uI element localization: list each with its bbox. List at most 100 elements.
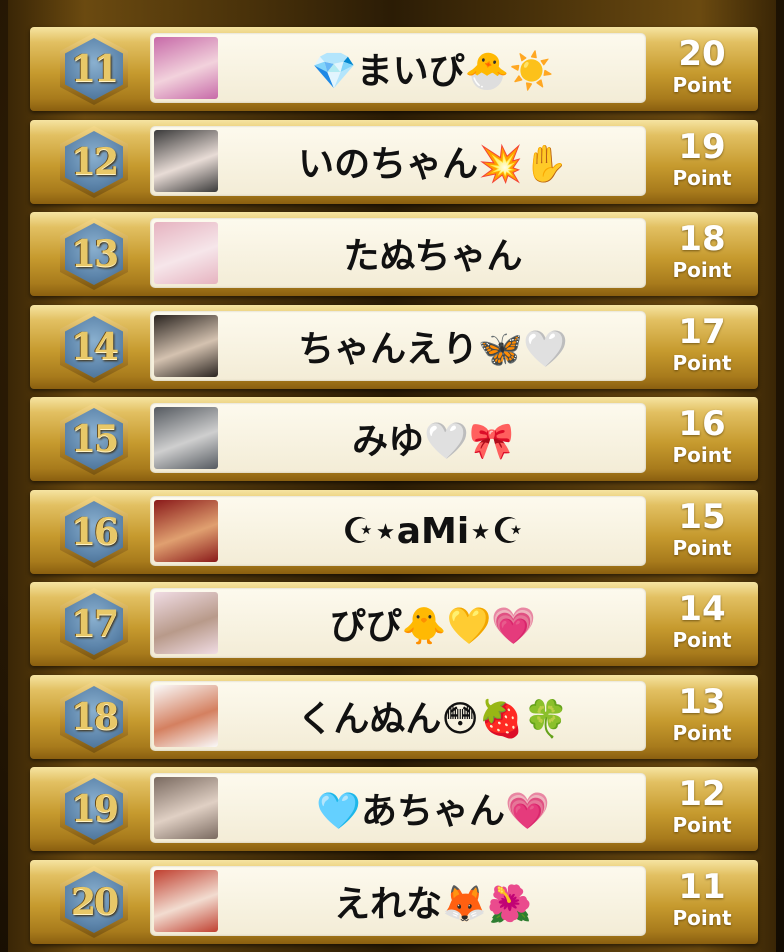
points-unit: Point xyxy=(672,443,732,467)
entry-card[interactable]: たぬちゃん xyxy=(150,218,646,288)
rank-badge-hexagon: 15 xyxy=(65,408,123,470)
entry-name: 🩵あちゃん💗 xyxy=(316,791,550,832)
points-value: 19 xyxy=(678,127,726,167)
rank-number: 19 xyxy=(70,788,119,830)
rank-badge-hexagon: 17 xyxy=(65,593,123,655)
points-display: 17 Point xyxy=(656,313,748,383)
entry-card[interactable]: 🩵あちゃん💗 xyxy=(150,773,646,843)
points-display: 16 Point xyxy=(656,405,748,475)
points-display: 18 Point xyxy=(656,220,748,290)
ranking-row[interactable]: 18 くんぬん😳🍓🍀 13 Point xyxy=(30,675,758,759)
avatar[interactable] xyxy=(154,500,218,562)
points-value: 14 xyxy=(678,589,726,629)
rank-badge: 19 xyxy=(60,773,128,845)
points-display: 19 Point xyxy=(656,128,748,198)
entry-name: みゆ🤍🎀 xyxy=(352,421,514,462)
ranking-row[interactable]: 17 ぴぴ🐥💛💗 14 Point xyxy=(30,582,758,666)
points-unit: Point xyxy=(672,73,732,97)
entry-card[interactable]: みゆ🤍🎀 xyxy=(150,403,646,473)
points-unit: Point xyxy=(672,351,732,375)
points-unit: Point xyxy=(672,258,732,282)
entry-name: たぬちゃん xyxy=(343,236,523,277)
rank-number: 16 xyxy=(70,511,119,553)
rank-badge: 15 xyxy=(60,403,128,475)
entry-name: ぴぴ🐥💛💗 xyxy=(329,606,537,647)
points-unit: Point xyxy=(672,536,732,560)
rank-number: 20 xyxy=(70,881,119,923)
rank-badge: 18 xyxy=(60,681,128,753)
avatar[interactable] xyxy=(154,777,218,839)
rank-badge: 13 xyxy=(60,218,128,290)
entry-name: くんぬん😳🍓🍀 xyxy=(297,699,569,740)
points-value: 12 xyxy=(678,774,726,814)
rank-number: 15 xyxy=(70,418,119,460)
points-value: 18 xyxy=(678,219,726,259)
ranking-row[interactable]: 12 いのちゃん💥✋ 19 Point xyxy=(30,120,758,204)
points-display: 15 Point xyxy=(656,498,748,568)
entry-card[interactable]: えれな🦊🌺 xyxy=(150,866,646,936)
ranking-row[interactable]: 11 💎まいぴ🐣☀️ 20 Point xyxy=(30,27,758,111)
rank-badge-hexagon: 12 xyxy=(65,131,123,193)
rank-number: 14 xyxy=(70,326,119,368)
points-unit: Point xyxy=(672,813,732,837)
ranking-row[interactable]: 15 みゆ🤍🎀 16 Point xyxy=(30,397,758,481)
avatar[interactable] xyxy=(154,685,218,747)
rank-number: 12 xyxy=(70,141,119,183)
points-value: 16 xyxy=(678,404,726,444)
avatar[interactable] xyxy=(154,592,218,654)
rank-badge: 14 xyxy=(60,311,128,383)
avatar[interactable] xyxy=(154,222,218,284)
points-value: 13 xyxy=(678,682,726,722)
points-display: 20 Point xyxy=(656,35,748,105)
avatar[interactable] xyxy=(154,407,218,469)
points-display: 14 Point xyxy=(656,590,748,660)
entry-card[interactable]: ぴぴ🐥💛💗 xyxy=(150,588,646,658)
rank-badge-hexagon: 18 xyxy=(65,686,123,748)
entry-card[interactable]: くんぬん😳🍓🍀 xyxy=(150,681,646,751)
points-display: 12 Point xyxy=(656,775,748,845)
rank-badge-hexagon: 11 xyxy=(65,38,123,100)
rank-badge-hexagon: 20 xyxy=(65,871,123,933)
avatar[interactable] xyxy=(154,130,218,192)
rank-badge-hexagon: 19 xyxy=(65,778,123,840)
entry-name: いのちゃん💥✋ xyxy=(298,144,568,185)
points-value: 20 xyxy=(678,34,726,74)
avatar[interactable] xyxy=(154,315,218,377)
points-unit: Point xyxy=(672,628,732,652)
rank-badge: 16 xyxy=(60,496,128,568)
points-display: 11 Point xyxy=(656,868,748,938)
entry-name: えれな🦊🌺 xyxy=(334,884,532,925)
points-value: 11 xyxy=(678,867,726,907)
points-value: 15 xyxy=(678,497,726,537)
entry-card[interactable]: 💎まいぴ🐣☀️ xyxy=(150,33,646,103)
ranking-row[interactable]: 20 えれな🦊🌺 11 Point xyxy=(30,860,758,944)
points-unit: Point xyxy=(672,721,732,745)
entry-card[interactable]: ☪︎⋆aMi⋆☪︎ xyxy=(150,496,646,566)
rank-badge-hexagon: 16 xyxy=(65,501,123,563)
entry-card[interactable]: ちゃんえり🦋🤍 xyxy=(150,311,646,381)
entry-name: ☪︎⋆aMi⋆☪︎ xyxy=(341,510,525,552)
rank-badge: 12 xyxy=(60,126,128,198)
points-unit: Point xyxy=(672,906,732,930)
ranking-row[interactable]: 14 ちゃんえり🦋🤍 17 Point xyxy=(30,305,758,389)
rank-number: 13 xyxy=(70,233,119,275)
entry-name: ちゃんえり🦋🤍 xyxy=(298,329,568,370)
ranking-row[interactable]: 19 🩵あちゃん💗 12 Point xyxy=(30,767,758,851)
rank-badge: 20 xyxy=(60,866,128,938)
avatar[interactable] xyxy=(154,870,218,932)
points-value: 17 xyxy=(678,312,726,352)
rank-badge-hexagon: 13 xyxy=(65,223,123,285)
ranking-row[interactable]: 13 たぬちゃん 18 Point xyxy=(30,212,758,296)
ranking-row[interactable]: 16 ☪︎⋆aMi⋆☪︎ 15 Point xyxy=(30,490,758,574)
rank-badge-hexagon: 14 xyxy=(65,316,123,378)
rank-badge: 17 xyxy=(60,588,128,660)
rank-number: 17 xyxy=(70,603,119,645)
points-display: 13 Point xyxy=(656,683,748,753)
rank-number: 11 xyxy=(70,48,119,90)
rank-badge: 11 xyxy=(60,33,128,105)
entry-card[interactable]: いのちゃん💥✋ xyxy=(150,126,646,196)
rank-number: 18 xyxy=(70,696,119,738)
points-unit: Point xyxy=(672,166,732,190)
avatar[interactable] xyxy=(154,37,218,99)
entry-name: 💎まいぴ🐣☀️ xyxy=(311,51,555,92)
